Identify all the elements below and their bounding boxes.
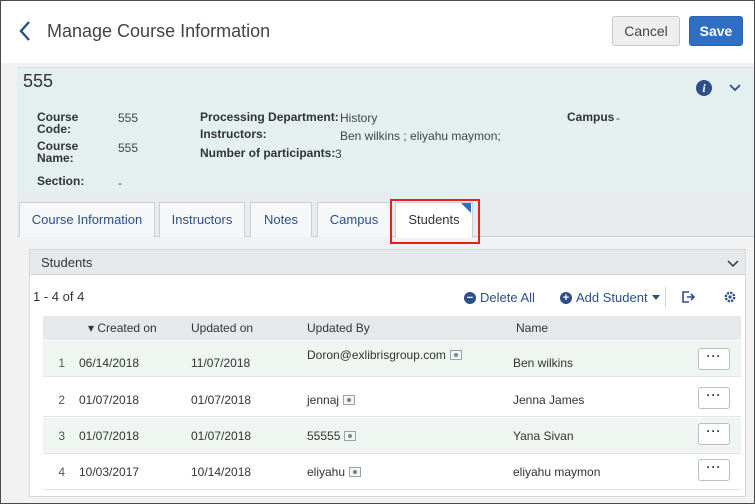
tab-notes[interactable]: Notes — [250, 202, 312, 237]
user-card-icon[interactable] — [449, 350, 462, 360]
column-header-updated-on[interactable]: Updated on — [191, 321, 253, 335]
created-on-cell: 01/07/2018 — [79, 429, 140, 443]
info-icon[interactable]: i — [696, 80, 712, 96]
students-panel-title: Students — [41, 255, 93, 270]
row-actions-button[interactable]: ··· — [698, 459, 730, 481]
course-code-label: Course Code: — [37, 110, 79, 136]
processing-department-label: Processing Department: — [200, 110, 339, 124]
section-value: - — [118, 176, 122, 190]
row-index: 1 — [58, 356, 65, 370]
course-code-value: 555 — [118, 111, 139, 125]
chevron-down-icon[interactable] — [728, 82, 742, 94]
participants-label: Number of participants: — [200, 146, 336, 160]
toolbar-divider — [665, 287, 666, 307]
row-actions-button[interactable]: ··· — [698, 348, 730, 370]
add-student-button[interactable]: + Add Student — [560, 290, 660, 305]
row-index: 3 — [58, 429, 65, 443]
updated-by-text: jennaj — [307, 393, 340, 407]
gear-icon[interactable] — [723, 290, 737, 304]
table-row — [43, 381, 741, 417]
course-number-heading: 555 — [23, 71, 54, 91]
add-student-label: Add Student — [576, 290, 648, 305]
user-card-icon[interactable] — [343, 395, 356, 405]
row-actions-button[interactable]: ··· — [698, 387, 730, 409]
updated-on-cell: 10/14/2018 — [191, 465, 252, 479]
minus-circle-icon: − — [464, 291, 476, 304]
export-icon[interactable] — [681, 290, 695, 304]
updated-by-cell: eliyahu — [307, 465, 362, 479]
updated-on-cell: 11/07/2018 — [191, 356, 251, 370]
created-on-cell: 10/03/2017 — [79, 465, 140, 479]
delete-all-label: Delete All — [480, 290, 535, 305]
updated-on-cell: 01/07/2018 — [191, 393, 252, 407]
page-title: Manage Course Information — [47, 21, 271, 41]
chevron-down-icon[interactable] — [726, 259, 740, 269]
updated-by-cell: Doron@exlibrisgroup.com — [307, 348, 462, 362]
updated-by-cell: 55555 — [307, 429, 357, 443]
course-name-value: 555 — [118, 141, 139, 155]
participants-value: 3 — [335, 147, 342, 161]
instructors-value: Ben wilkins ; eliyahu maymon; — [340, 129, 501, 143]
students-panel-header[interactable] — [30, 250, 745, 275]
column-header-name[interactable]: Name — [516, 321, 548, 335]
course-name-label: Course Name: — [37, 139, 79, 165]
name-cell: eliyahu maymon — [513, 465, 601, 479]
updated-by-cell: jennaj — [307, 393, 356, 407]
tab-instructors[interactable]: Instructors — [159, 202, 245, 237]
updated-by-text: Doron@exlibrisgroup.com — [307, 348, 446, 362]
app-window: Manage Course Information Cancel Save 55… — [0, 0, 755, 504]
processing-department-value: History — [340, 111, 378, 125]
created-on-cell: 01/07/2018 — [79, 393, 140, 407]
name-cell: Yana Sivan — [513, 429, 574, 443]
user-card-icon[interactable] — [344, 431, 357, 441]
back-chevron-icon[interactable] — [18, 20, 38, 44]
campus-label: Campus — [567, 110, 615, 124]
table-row — [43, 418, 741, 454]
caret-down-icon — [651, 294, 660, 300]
plus-circle-icon: + — [560, 291, 572, 304]
row-index: 4 — [58, 465, 65, 479]
updated-by-text: eliyahu — [307, 465, 346, 479]
campus-value: - — [616, 111, 620, 125]
column-header-created-on[interactable]: ▾ Created on — [88, 321, 157, 335]
delete-all-button[interactable]: − Delete All — [464, 290, 535, 305]
tab-campus[interactable]: Campus — [317, 202, 391, 237]
tab-course-information[interactable]: Course Information — [19, 202, 155, 237]
created-on-cell: 06/14/2018 — [79, 356, 140, 370]
updated-by-text: 55555 — [307, 429, 341, 443]
row-index: 2 — [58, 393, 65, 407]
section-label: Section: — [37, 174, 85, 188]
save-button[interactable]: Save — [689, 16, 743, 46]
updated-on-cell: 01/07/2018 — [191, 429, 252, 443]
record-count: 1 - 4 of 4 — [33, 289, 85, 304]
instructors-label: Instructors: — [200, 127, 267, 141]
table-row — [43, 454, 741, 490]
name-cell: Jenna James — [513, 393, 585, 407]
name-cell: Ben wilkins — [513, 356, 574, 370]
annotation-highlight-box — [390, 199, 480, 244]
row-actions-button[interactable]: ··· — [698, 423, 730, 445]
cancel-button[interactable]: Cancel — [612, 16, 680, 46]
user-card-icon[interactable] — [349, 467, 362, 477]
column-header-updated-by[interactable]: Updated By — [307, 321, 370, 335]
